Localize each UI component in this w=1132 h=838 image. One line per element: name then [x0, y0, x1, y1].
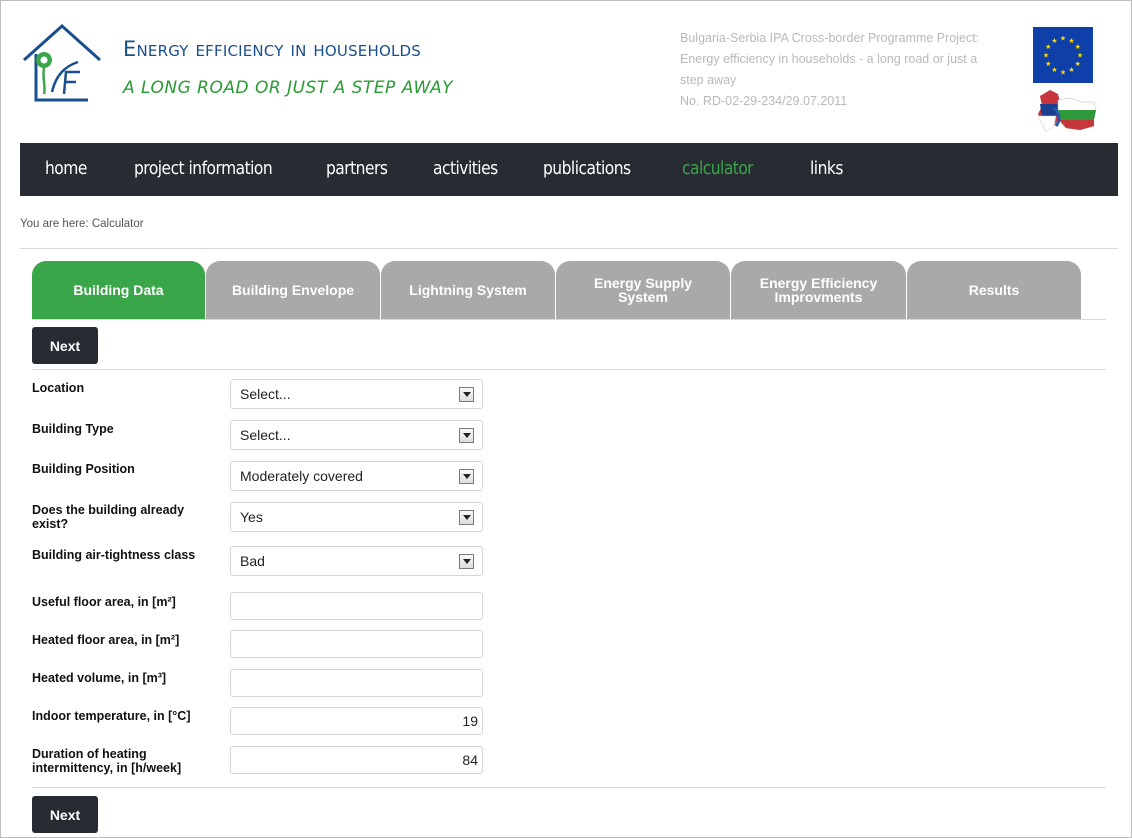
already-exist-label: Does the building already exist? — [32, 503, 185, 531]
nav-publications[interactable]: publications — [543, 158, 631, 179]
nav-project-information[interactable]: project information — [134, 158, 273, 179]
dropdown-arrow-icon[interactable] — [459, 428, 474, 443]
nav-partners[interactable]: partners — [326, 158, 388, 179]
eu-star-icon: ★ — [1077, 52, 1083, 60]
tab-energy-efficiency-improvements[interactable]: Energy Efficiency Improvments — [731, 261, 906, 319]
divider — [20, 248, 1118, 249]
site-title: Energy efficiency in households — [123, 37, 422, 61]
house-leaf-logo-icon — [22, 23, 102, 102]
eu-star-icon: ★ — [1075, 43, 1081, 51]
nav-activities[interactable]: activities — [433, 158, 498, 179]
project-line: Bulgaria-Serbia IPA Cross-border Program… — [680, 31, 980, 45]
building-type-label: Building Type — [32, 422, 114, 436]
useful-floor-area-input[interactable] — [230, 592, 483, 620]
tab-results[interactable]: Results — [907, 261, 1081, 319]
indoor-temperature-label: Indoor temperature, in [°C] — [32, 709, 191, 723]
already-exist-select[interactable]: Yes — [230, 502, 483, 532]
heated-volume-label: Heated volume, in [m³] — [32, 671, 167, 685]
project-line: Energy efficiency in households - a long… — [680, 52, 978, 66]
tab-energy-supply-system[interactable]: Energy Supply System — [556, 261, 730, 319]
building-type-select[interactable]: Select... — [230, 420, 483, 450]
heated-floor-area-input[interactable] — [230, 630, 483, 658]
tab-building-data[interactable]: Building Data — [32, 261, 205, 319]
dropdown-arrow-icon[interactable] — [459, 469, 474, 484]
eu-flag-icon: ★★★★★★★★★ ★ ★★ — [1033, 27, 1093, 83]
heated-volume-input[interactable] — [230, 669, 483, 697]
heating-intermittency-label: Duration of heating intermittency, in [h… — [32, 747, 182, 775]
nav-calculator[interactable]: calculator — [682, 158, 754, 179]
site-subtitle: A LONG ROAD OR JUST A STEP AWAY — [123, 78, 454, 98]
eu-star-icon: ★ — [1075, 60, 1081, 68]
tab-building-envelope[interactable]: Building Envelope — [206, 261, 380, 319]
already-exist-value: Yes — [240, 509, 263, 525]
air-tightness-select[interactable]: Bad — [230, 546, 483, 576]
eu-star-icon: ★ — [1060, 69, 1066, 77]
heated-floor-area-label: Heated floor area, in [m²] — [32, 633, 180, 647]
indoor-temperature-input[interactable] — [230, 707, 483, 735]
location-value: Select... — [240, 386, 291, 402]
tab-lightning-system[interactable]: Lightning System — [381, 261, 555, 319]
air-tightness-label: Building air-tightness class — [32, 548, 196, 562]
project-line: No. RD-02-29-234/29.07.2011 — [680, 94, 848, 108]
breadcrumb: You are here: Calculator — [20, 218, 144, 230]
air-tightness-value: Bad — [240, 553, 265, 569]
eu-star-icon: ★ — [1043, 52, 1049, 60]
eu-star-icon: ★ — [1060, 35, 1066, 43]
building-position-value: Moderately covered — [240, 468, 363, 484]
heating-intermittency-input[interactable] — [230, 746, 483, 774]
eu-star-icon: ★ — [1051, 66, 1057, 74]
nav-home[interactable]: home — [45, 158, 87, 179]
building-position-select[interactable]: Moderately covered — [230, 461, 483, 491]
divider — [32, 369, 1106, 370]
next-button-bottom[interactable]: Next — [32, 796, 98, 833]
dropdown-arrow-icon[interactable] — [459, 387, 474, 402]
next-button-top[interactable]: Next — [32, 327, 98, 364]
building-position-label: Building Position — [32, 462, 135, 476]
divider — [32, 787, 1106, 788]
building-type-value: Select... — [240, 427, 291, 443]
eu-star-icon: ★ — [1051, 37, 1057, 45]
dropdown-arrow-icon[interactable] — [459, 510, 474, 525]
main-navigation: home project information partners activi… — [20, 143, 1118, 196]
bulgaria-serbia-map-icon — [1037, 90, 1097, 133]
divider — [32, 319, 1106, 320]
eu-star-icon: ★ — [1045, 60, 1051, 68]
nav-links[interactable]: links — [810, 158, 843, 179]
dropdown-arrow-icon[interactable] — [459, 554, 474, 569]
project-info: Bulgaria-Serbia IPA Cross-border Program… — [680, 28, 1030, 112]
eu-star-icon: ★ — [1068, 66, 1074, 74]
location-select[interactable]: Select... — [230, 379, 483, 409]
useful-floor-area-label: Useful floor area, in [m²] — [32, 595, 176, 609]
location-label: Location — [32, 381, 85, 395]
project-line: step away — [680, 73, 737, 87]
